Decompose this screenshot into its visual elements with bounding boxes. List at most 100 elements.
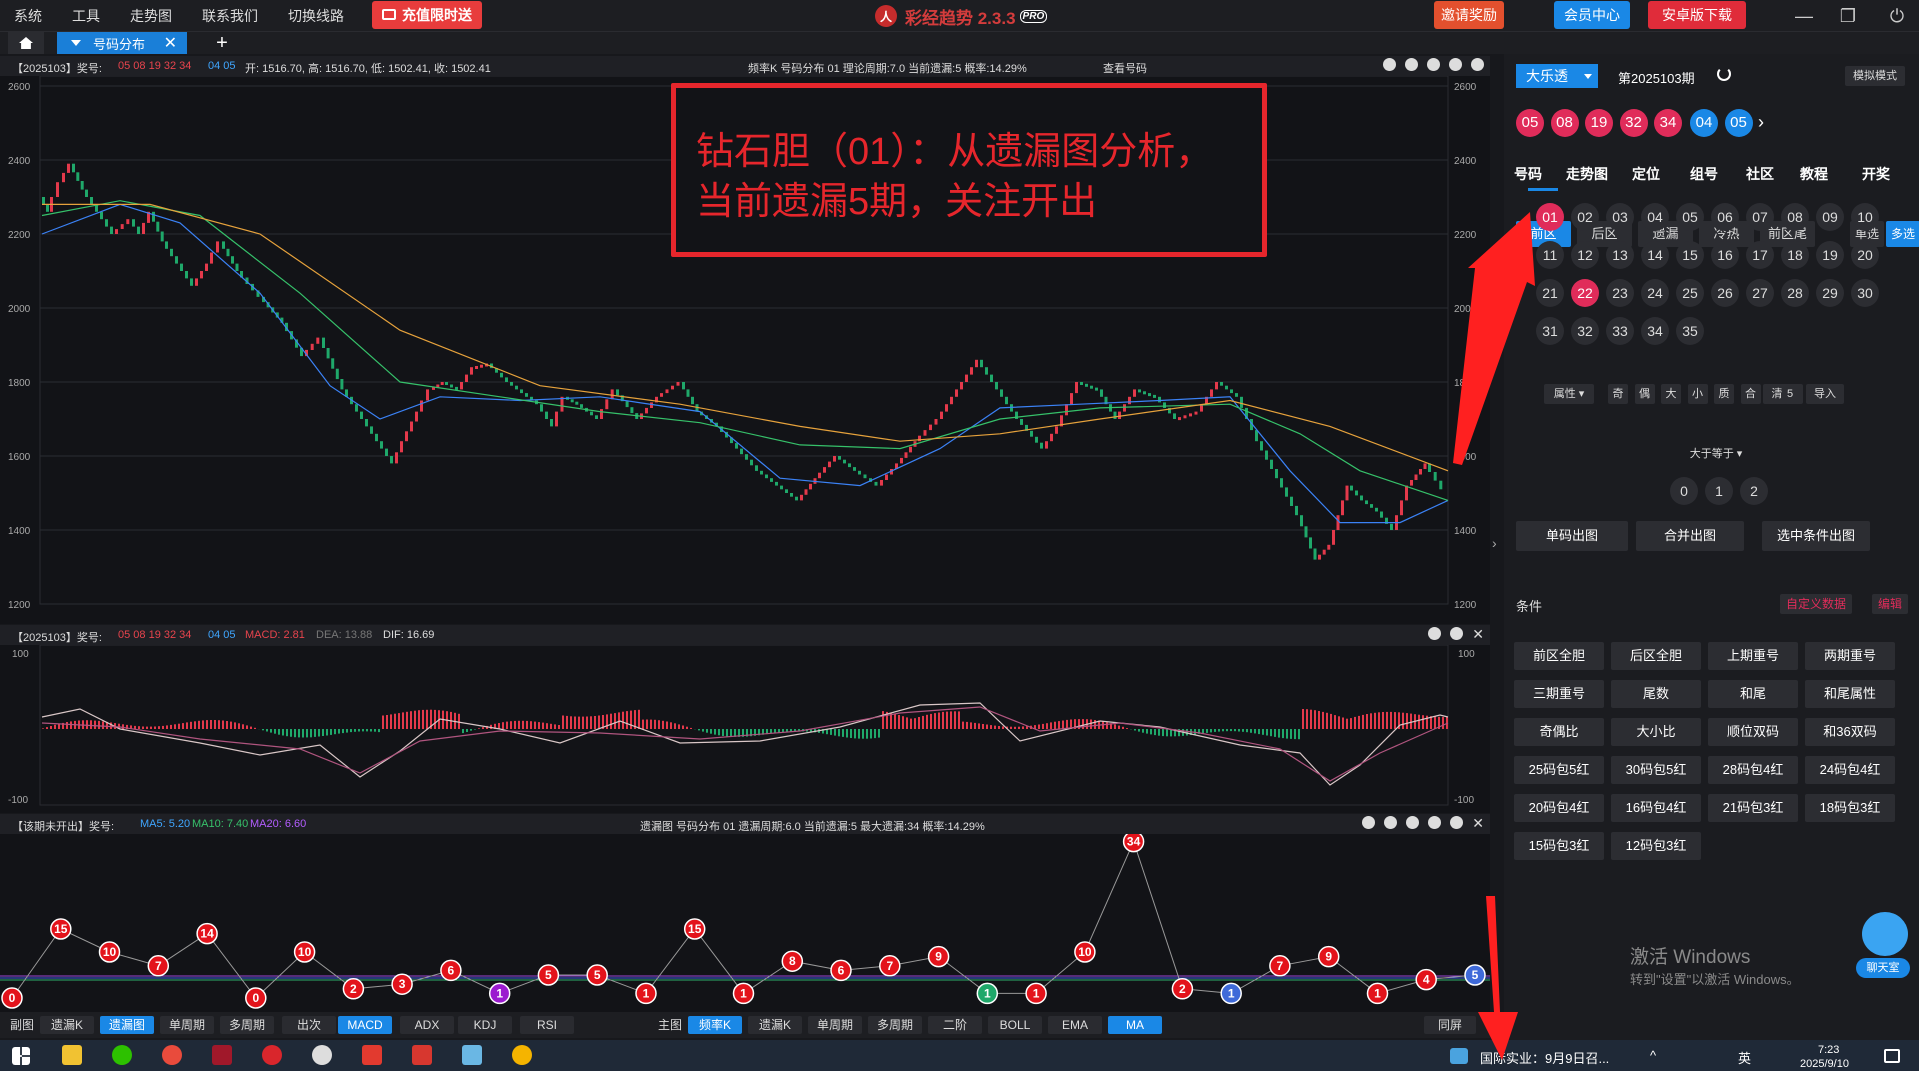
number-ball-22[interactable]: 22 [1571, 279, 1599, 307]
number-ball-24[interactable]: 24 [1641, 279, 1669, 307]
power-button[interactable]: ⏻ [1875, 0, 1919, 32]
mainchart-tab-5[interactable]: BOLL [988, 1016, 1042, 1034]
number-ball-13[interactable]: 13 [1606, 241, 1634, 269]
android-download-button[interactable]: 安卓版下载 [1648, 1, 1746, 29]
attr-select[interactable]: 属性 ▾ [1544, 384, 1594, 404]
wechat-icon[interactable] [112, 1045, 132, 1065]
vip-center-button[interactable]: 会员中心 [1554, 1, 1630, 29]
caijing-icon[interactable] [262, 1045, 282, 1065]
pin-icon[interactable] [1428, 627, 1442, 640]
menu-trend[interactable]: 走势图 [130, 6, 172, 26]
settings-icon[interactable] [1471, 58, 1484, 71]
ime-indicator[interactable]: 英 [1738, 1048, 1751, 1067]
condition-9[interactable]: 大小比 [1611, 718, 1701, 746]
news-ticker[interactable]: 国际实业：9月9日召... [1480, 1048, 1609, 1067]
clock-time[interactable]: 7:23 [1818, 1044, 1839, 1056]
nav-tab-4[interactable]: 社区 [1746, 164, 1774, 184]
number-ball-03[interactable]: 03 [1606, 203, 1634, 231]
tray-up-icon[interactable]: ^ [1650, 1048, 1656, 1063]
pin-icon[interactable] [1383, 58, 1396, 71]
number-ball-29[interactable]: 29 [1816, 279, 1844, 307]
next-issue-icon[interactable]: › [1758, 112, 1764, 133]
condition-4[interactable]: 三期重号 [1514, 680, 1604, 708]
number-ball-25[interactable]: 25 [1676, 279, 1704, 307]
condition-1[interactable]: 后区全胆 [1611, 642, 1701, 670]
menu-switch-line[interactable]: 切换线路 [288, 6, 344, 26]
nav-tab-3[interactable]: 组号 [1690, 164, 1718, 184]
miss-plot[interactable]: 015107140102 3615 5115186 791 110342 17914 5 [0, 834, 1490, 1012]
notification-icon[interactable] [1884, 1049, 1900, 1063]
close-icon[interactable]: ✕ [1472, 627, 1484, 641]
chat-room-button[interactable]: 聊天室 [1856, 912, 1910, 982]
number-ball-16[interactable]: 16 [1711, 241, 1739, 269]
condition-18[interactable]: 21码包3红 [1708, 794, 1798, 822]
number-ball-12[interactable]: 12 [1571, 241, 1599, 269]
ge-option-2[interactable]: 2 [1740, 477, 1768, 505]
number-ball-26[interactable]: 26 [1711, 279, 1739, 307]
menu-contact[interactable]: 联系我们 [202, 6, 258, 26]
attr-filter-1[interactable]: 偶 [1634, 384, 1655, 404]
promo-button[interactable]: 充值限时送 [372, 1, 482, 29]
number-ball-23[interactable]: 23 [1606, 279, 1634, 307]
condition-16[interactable]: 20码包4红 [1514, 794, 1604, 822]
zoom-out-icon[interactable] [1384, 816, 1398, 829]
number-ball-04[interactable]: 04 [1641, 203, 1669, 231]
qq-icon[interactable] [312, 1045, 332, 1065]
number-ball-07[interactable]: 07 [1746, 203, 1774, 231]
number-ball-10[interactable]: 10 [1851, 203, 1879, 231]
number-ball-21[interactable]: 21 [1536, 279, 1564, 307]
up-icon[interactable] [1406, 816, 1420, 829]
subchart-tab-0[interactable]: 遗漏K [40, 1016, 94, 1034]
settings-icon[interactable] [1450, 627, 1464, 640]
condition-21[interactable]: 12码包3红 [1611, 832, 1701, 860]
tab-number-distribution[interactable]: 号码分布 ✕ [57, 32, 187, 54]
condition-19[interactable]: 18码包3红 [1805, 794, 1895, 822]
lottery-select[interactable]: 大乐透 [1516, 64, 1598, 88]
subchart-tab-6[interactable]: ADX [400, 1016, 454, 1034]
start-icon[interactable] [12, 1047, 30, 1065]
chart-button-1[interactable]: 合并出图 [1636, 521, 1744, 551]
chart-button-0[interactable]: 单码出图 [1516, 521, 1628, 551]
wps-icon[interactable] [362, 1045, 382, 1065]
attr-filter-3[interactable]: 小 [1687, 384, 1708, 404]
number-ball-05[interactable]: 05 [1676, 203, 1704, 231]
collapse-icon[interactable]: › [1492, 535, 1497, 551]
up-icon[interactable] [1427, 58, 1440, 71]
menu-system[interactable]: 系统 [14, 6, 42, 26]
number-ball-34[interactable]: 34 [1641, 317, 1669, 345]
condition-8[interactable]: 奇偶比 [1514, 718, 1604, 746]
subchart-tab-7[interactable]: KDJ [458, 1016, 512, 1034]
home-tab[interactable] [8, 32, 44, 54]
number-ball-20[interactable]: 20 [1851, 241, 1879, 269]
subchart-tab-5[interactable]: MACD [338, 1016, 392, 1034]
refresh-icon[interactable] [1717, 67, 1731, 81]
condition-15[interactable]: 24码包4红 [1805, 756, 1895, 784]
nav-tab-2[interactable]: 定位 [1632, 164, 1660, 184]
number-ball-28[interactable]: 28 [1781, 279, 1809, 307]
attr-filter-6[interactable]: 清 [1767, 384, 1787, 404]
condition-14[interactable]: 28码包4红 [1708, 756, 1798, 784]
nav-tab-0[interactable]: 号码 [1514, 164, 1542, 184]
mainchart-tab-1[interactable]: 遗漏K [748, 1016, 802, 1034]
add-tab-button[interactable]: + [207, 32, 237, 54]
down-icon[interactable] [1449, 58, 1462, 71]
custom-data-link[interactable]: 自定义数据 [1780, 594, 1853, 614]
number-ball-31[interactable]: 31 [1536, 317, 1564, 345]
nav-tab-5[interactable]: 教程 [1800, 164, 1828, 184]
condition-10[interactable]: 顺位双码 [1708, 718, 1798, 746]
macd-plot[interactable]: 100 -100 100 -100 [0, 645, 1490, 813]
app2-icon[interactable] [412, 1045, 432, 1065]
menu-tools[interactable]: 工具 [72, 6, 100, 26]
attr-filter-2[interactable]: 大 [1661, 384, 1681, 404]
condition-5[interactable]: 尾数 [1611, 680, 1701, 708]
mainchart-tab-2[interactable]: 单周期 [808, 1016, 862, 1034]
number-ball-14[interactable]: 14 [1641, 241, 1669, 269]
number-ball-17[interactable]: 17 [1746, 241, 1774, 269]
mainchart-tab-4[interactable]: 二阶 [928, 1016, 982, 1034]
subchart-tab-4[interactable]: 出次 [282, 1016, 336, 1034]
number-ball-09[interactable]: 09 [1816, 203, 1844, 231]
app-icon[interactable] [212, 1045, 232, 1065]
condition-11[interactable]: 和36双码 [1805, 718, 1895, 746]
edit-link[interactable]: 编辑 [1872, 594, 1909, 614]
condition-17[interactable]: 16码包4红 [1611, 794, 1701, 822]
